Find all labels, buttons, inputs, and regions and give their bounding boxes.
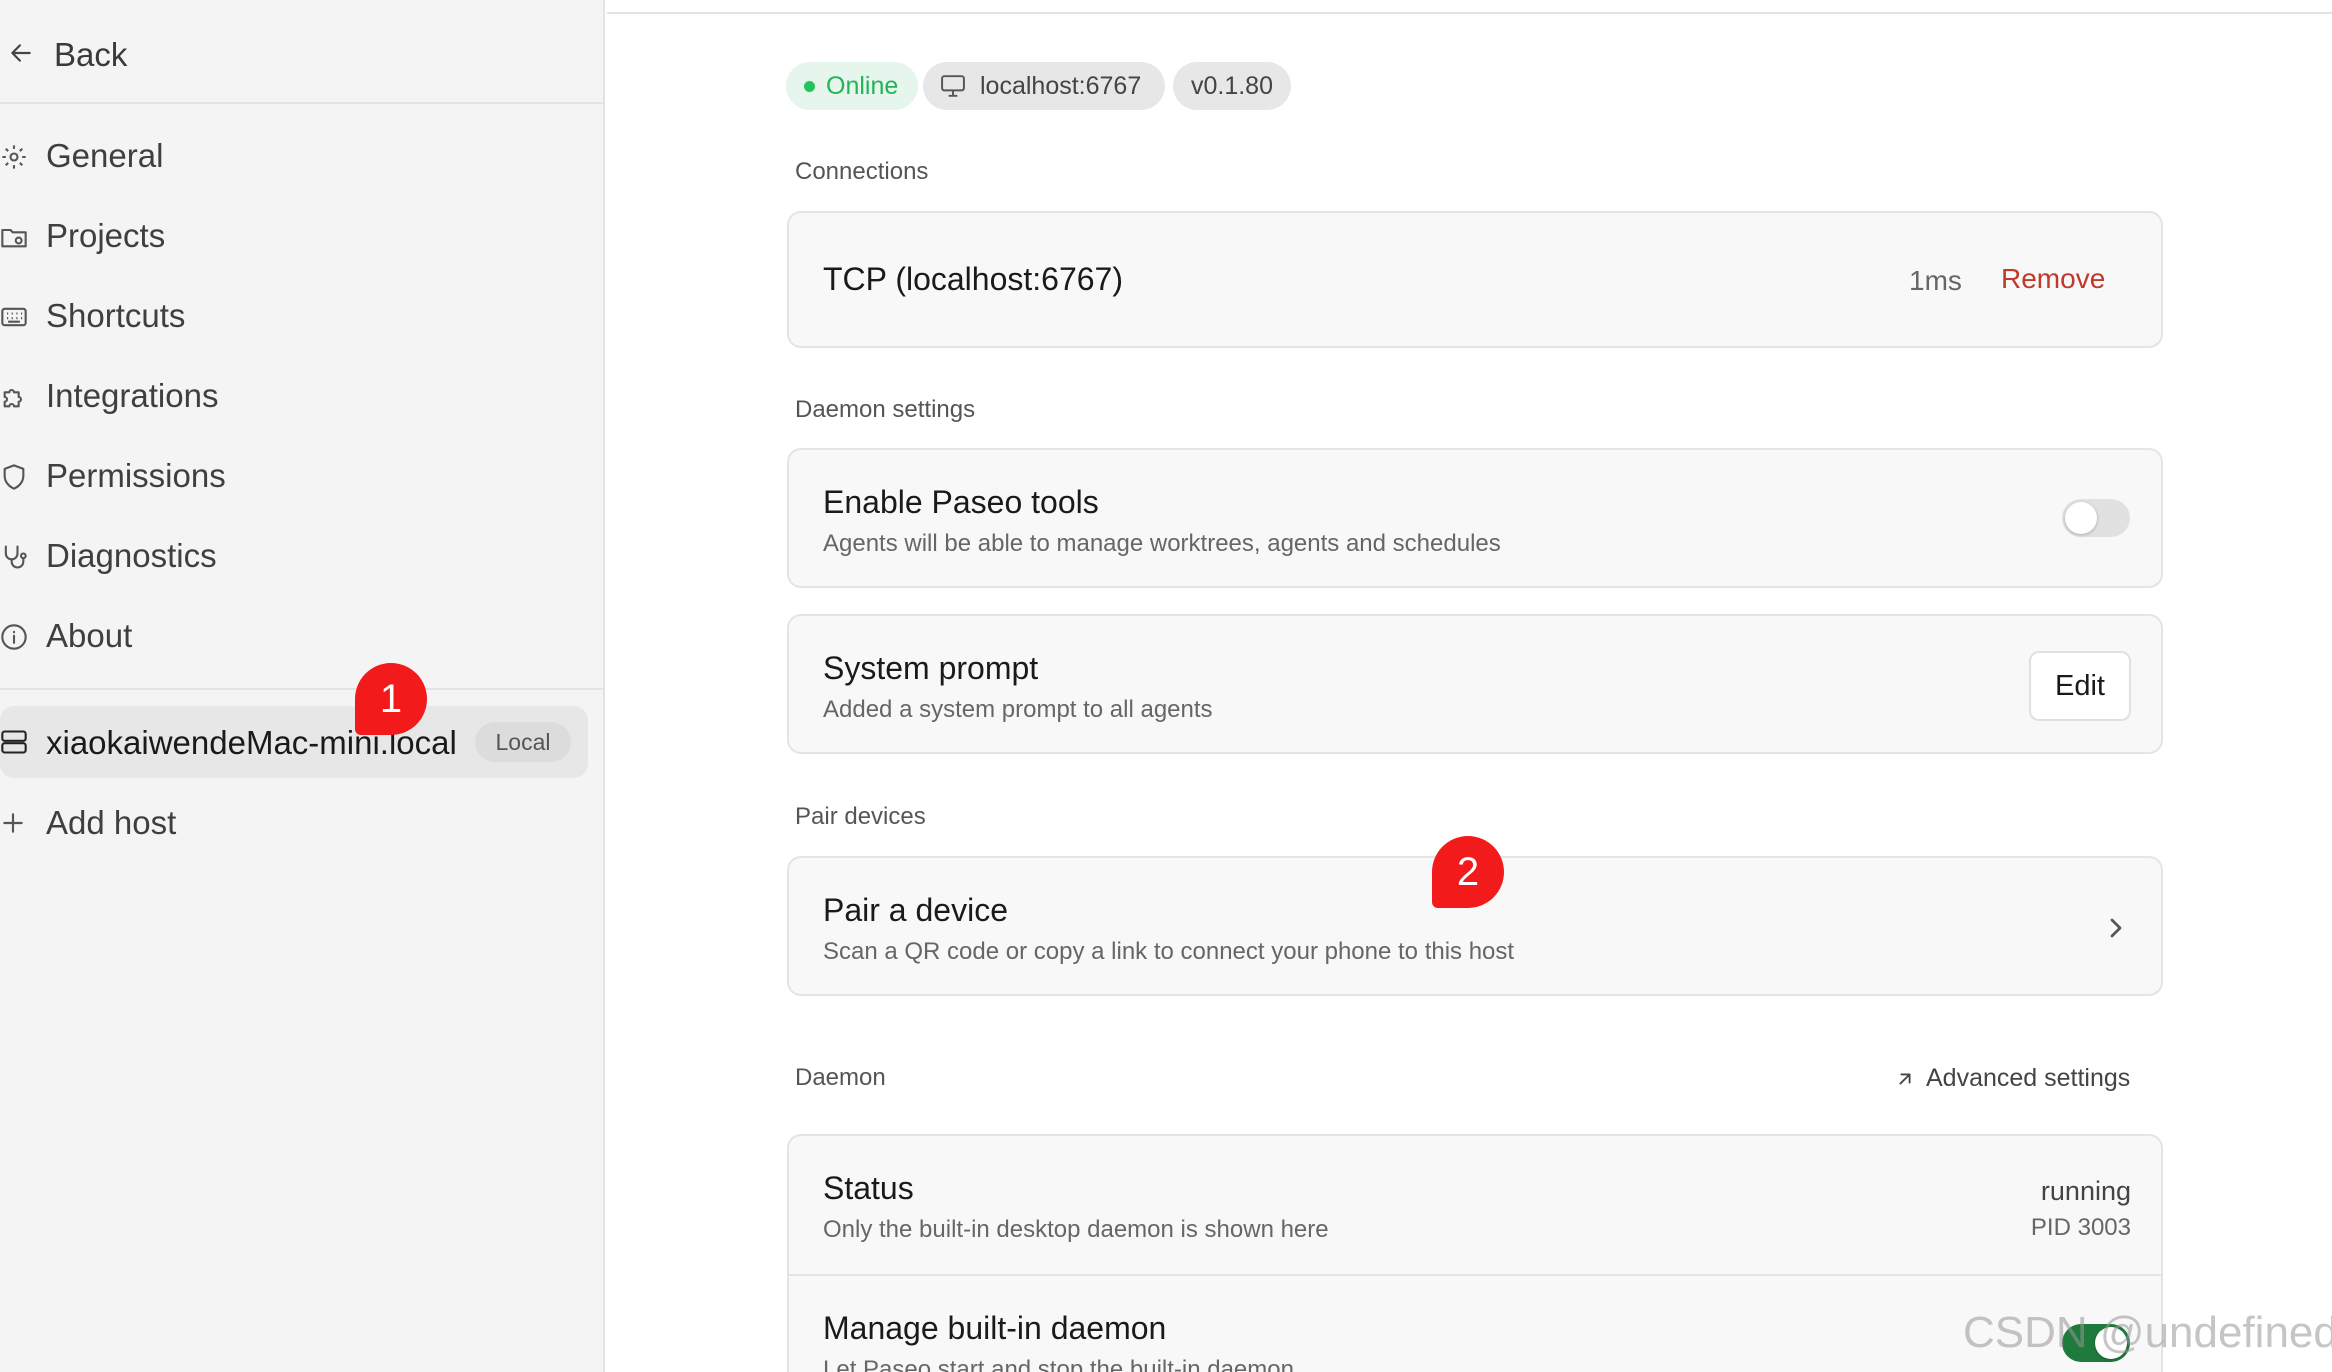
paseo-tools-title: Enable Paseo tools (823, 484, 1099, 520)
sidebar-item-permissions[interactable]: Permissions (0, 447, 590, 507)
watermark: CSDN @undefined (1963, 1308, 2332, 1357)
sidebar-item-label: Permissions (46, 457, 226, 494)
add-host-button[interactable]: Add host (0, 792, 588, 854)
connection-latency: 1ms (1909, 265, 1962, 296)
paseo-tools-toggle[interactable] (2062, 499, 2130, 537)
sidebar-item-diagnostics[interactable]: Diagnostics (0, 527, 590, 587)
sidebar-item-label: Projects (46, 217, 166, 254)
arrow-up-right-icon (1899, 1073, 1911, 1085)
sidebar-item-about[interactable]: About (0, 607, 590, 667)
monitor-icon (941, 75, 965, 97)
daemon-status-value: running (2040, 1176, 2131, 1206)
connection-name: TCP (localhost:6767) (823, 261, 1123, 297)
status-dot-icon (804, 81, 815, 92)
toggle-knob (2065, 502, 2097, 534)
server-icon (1, 730, 27, 754)
paseo-tools-desc: Agents will be able to manage worktrees,… (823, 530, 1501, 557)
add-host-label: Add host (46, 804, 177, 841)
edit-system-prompt-button[interactable]: Edit (2029, 651, 2131, 721)
keyboard-icon (1, 307, 27, 327)
daemon-settings-heading: Daemon settings (795, 396, 976, 423)
version-badge: v0.1.80 (1173, 62, 1291, 110)
system-prompt-desc: Added a system prompt to all agents (823, 696, 1213, 723)
sidebar-item-label: General (46, 137, 164, 174)
back-label: Back (54, 36, 128, 73)
folder-icon (1, 228, 27, 248)
host-address: localhost:6767 (980, 72, 1142, 100)
puzzle-icon (3, 388, 23, 408)
gear-icon (2, 145, 26, 169)
annotation-marker-1: 1 (355, 663, 427, 735)
sidebar-item-shortcuts[interactable]: Shortcuts (0, 287, 590, 347)
back-button[interactable]: Back (0, 0, 603, 104)
header-divider (607, 12, 2332, 14)
settings-sidebar: Back General Projects Shortcuts Integrat… (0, 0, 605, 1372)
arrow-left-icon (11, 44, 31, 62)
daemon-heading: Daemon (795, 1064, 886, 1091)
chevron-right-icon (2110, 918, 2122, 938)
status-badge: Online (786, 62, 918, 110)
daemon-pid: PID 3003 (2030, 1214, 2131, 1241)
sidebar-item-label: Diagnostics (46, 537, 217, 574)
stethoscope-icon (4, 545, 27, 569)
remove-connection-button[interactable]: Remove (2001, 263, 2105, 295)
sidebar-item-projects[interactable]: Projects (0, 207, 590, 267)
connection-card: TCP (localhost:6767) 1ms Remove (787, 211, 2163, 348)
plus-icon (3, 813, 23, 833)
paseo-tools-card: Enable Paseo tools Agents will be able t… (787, 448, 2163, 588)
info-icon (1, 624, 27, 650)
host-local-badge: Local (475, 722, 571, 762)
host-item[interactable]: xiaokaiwendeMac-mini.local Local (0, 706, 588, 778)
status-text: Online (826, 72, 899, 100)
manage-daemon-title: Manage built-in daemon (823, 1310, 1167, 1346)
annotation-marker-2: 2 (1432, 836, 1504, 908)
shield-icon (3, 464, 25, 490)
pair-devices-heading: Pair devices (795, 803, 926, 830)
sidebar-item-general[interactable]: General (0, 127, 590, 187)
pair-device-title: Pair a device (823, 892, 1008, 928)
system-prompt-title: System prompt (823, 650, 1039, 686)
pair-device-desc: Scan a QR code or copy a link to connect… (823, 938, 1515, 965)
daemon-status-title: Status (823, 1170, 914, 1206)
sidebar-divider (0, 688, 603, 690)
sidebar-item-integrations[interactable]: Integrations (0, 367, 590, 427)
daemon-status-desc: Only the built-in desktop daemon is show… (823, 1216, 1329, 1243)
manage-daemon-desc: Let Paseo start and stop the built-in da… (823, 1356, 1294, 1372)
advanced-settings-label: Advanced settings (1926, 1064, 2131, 1092)
connections-heading: Connections (795, 158, 929, 185)
sidebar-item-label: Shortcuts (46, 297, 186, 334)
card-divider (789, 1274, 2161, 1276)
sidebar-item-label: Integrations (46, 377, 219, 414)
sidebar-item-label: About (46, 617, 133, 654)
daemon-card: Status Only the built-in desktop daemon … (787, 1134, 2163, 1372)
host-badge: localhost:6767 (923, 62, 1165, 110)
system-prompt-card: System prompt Added a system prompt to a… (787, 614, 2163, 754)
